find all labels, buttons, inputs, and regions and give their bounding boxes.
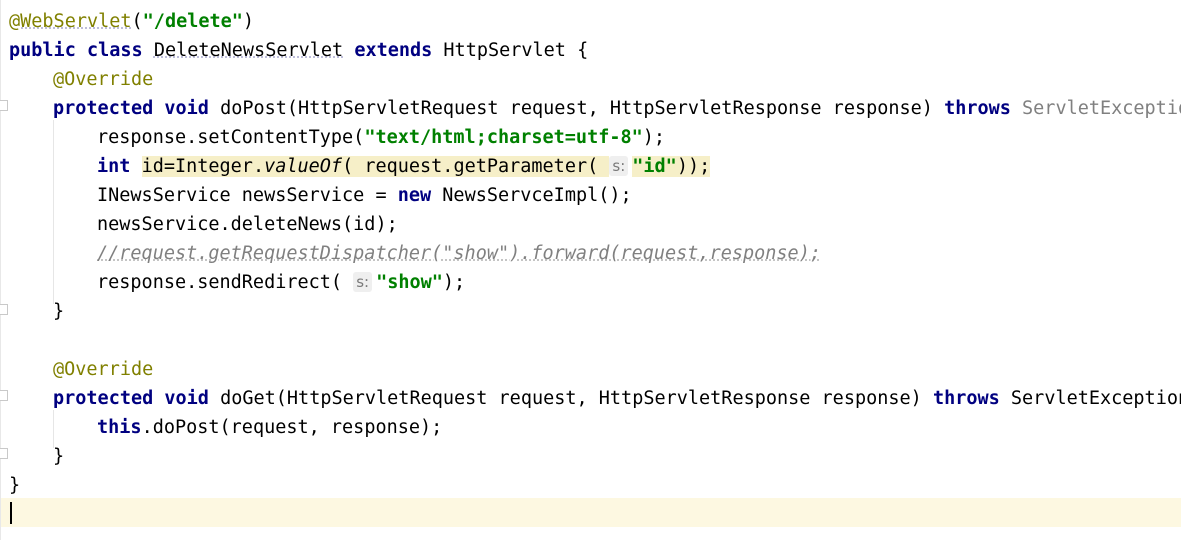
code-line-17[interactable]: } <box>9 471 20 500</box>
paren-token: ) <box>242 11 255 32</box>
code-token: NewsServceImpl(); <box>442 185 632 206</box>
code-line-11[interactable]: } <box>53 297 64 326</box>
keyword-token: new <box>397 185 432 206</box>
text-caret <box>10 502 12 524</box>
keyword-token: throws <box>932 388 1000 409</box>
string-token: "id" <box>632 156 677 177</box>
code-token: response.sendRedirect( <box>97 272 343 293</box>
string-token: "/delete" <box>142 11 243 32</box>
parameter-hint: s: <box>353 272 373 292</box>
code-line-14[interactable]: protected void doGet(HttpServletRequest … <box>53 384 1181 413</box>
code-line-3[interactable]: @Override <box>53 65 153 94</box>
code-token: response.setContentType( <box>97 127 365 148</box>
keyword-token: public <box>9 40 76 61</box>
fold-marker-icon[interactable] <box>0 448 8 459</box>
code-token: ); <box>442 272 466 293</box>
fold-marker-icon[interactable] <box>0 390 8 401</box>
code-token: .doPost(request, response); <box>141 417 443 438</box>
method-signature-token: doPost(HttpServletRequest request, HttpS… <box>220 98 933 119</box>
code-line-4[interactable]: protected void doPost(HttpServletRequest… <box>53 94 1181 123</box>
code-token: ); <box>642 127 666 148</box>
brace-token: } <box>9 475 21 496</box>
fold-marker-icon[interactable] <box>0 304 8 315</box>
code-line-2[interactable]: public class DeleteNewsServlet extends H… <box>9 36 588 65</box>
current-line-highlight <box>0 498 1181 527</box>
fold-marker-icon[interactable] <box>0 100 8 111</box>
method-signature-token: doGet(HttpServletRequest request, HttpSe… <box>220 388 922 409</box>
keyword-token: protected <box>53 388 154 409</box>
code-editor[interactable]: @WebServlet("/delete") public class Dele… <box>0 0 1181 540</box>
parameter-hint: s: <box>609 156 629 176</box>
code-line-1[interactable]: @WebServlet("/delete") <box>9 7 254 36</box>
comment-token: //request.getRequestDispatcher("show").f… <box>97 243 821 264</box>
code-line-8[interactable]: newsService.deleteNews(id); <box>97 210 398 239</box>
string-token: "text/html;charset=utf-8" <box>364 127 643 148</box>
method-token: valueOf <box>264 156 343 177</box>
code-line-7[interactable]: INewsService newsService = new NewsServc… <box>97 181 632 210</box>
code-token: id=Integer. <box>141 156 265 177</box>
gutter-edge <box>0 0 1 540</box>
keyword-token: protected <box>53 98 154 119</box>
keyword-token: extends <box>354 40 433 61</box>
code-line-10[interactable]: response.sendRedirect( s: "show"); <box>97 268 465 297</box>
code-token: )); <box>676 156 711 177</box>
brace-token: } <box>53 446 65 467</box>
keyword-token: class <box>86 40 143 61</box>
keyword-token: void <box>164 388 209 409</box>
code-line-16[interactable]: } <box>53 442 64 471</box>
annotation-token: @Override <box>53 359 154 380</box>
keyword-token: throws <box>944 98 1011 119</box>
annotation-token: @Override <box>53 69 154 90</box>
exception-token: ServletException <box>1022 98 1181 119</box>
annotation-token: @WebServlet <box>9 11 132 32</box>
parent-class-token: HttpServlet { <box>443 40 589 61</box>
keyword-token: this <box>97 417 142 438</box>
keyword-token: int <box>97 156 131 177</box>
code-line-15[interactable]: this.doPost(request, response); <box>97 413 442 442</box>
keyword-token: void <box>164 98 209 119</box>
exception-token: ServletException, <box>1010 388 1181 409</box>
string-token: "show" <box>376 272 443 293</box>
brace-token: } <box>53 301 65 322</box>
paren-token: ( <box>131 11 143 32</box>
code-line-13[interactable]: @Override <box>53 355 153 384</box>
code-line-5[interactable]: response.setContentType("text/html;chars… <box>97 123 665 152</box>
code-line-6[interactable]: int id=Integer.valueOf( request.getParam… <box>97 152 711 181</box>
class-name-token: DeleteNewsServlet <box>153 40 344 61</box>
code-token: ( request.getParameter( <box>342 156 599 177</box>
code-line-9[interactable]: //request.getRequestDispatcher("show").f… <box>97 239 821 268</box>
indent-guide <box>53 120 54 304</box>
code-token: newsService.deleteNews(id); <box>97 214 398 235</box>
code-token: INewsService newsService = <box>97 185 398 206</box>
